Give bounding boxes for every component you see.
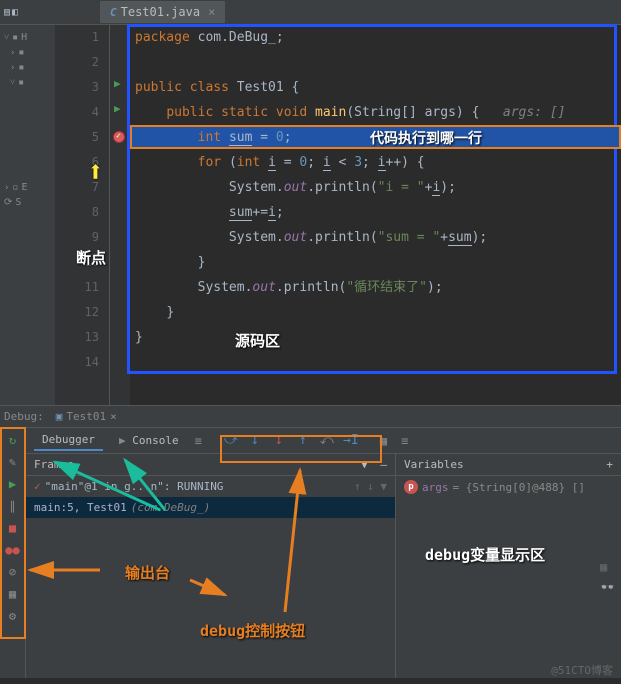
watermark: @51CTO博客 xyxy=(551,662,613,678)
debug-content: Debugger ▶ Console ≡ ⤻ ↓ ↓ ↑ ⤺ →I ▦ ≡ Fr… xyxy=(26,428,621,678)
mute-breakpoints-button[interactable]: ⊘ xyxy=(5,564,21,580)
evaluate-expression-icon[interactable]: ▦ xyxy=(380,434,387,448)
tab-console[interactable]: ▶ Console xyxy=(111,431,187,450)
threads-icon[interactable]: ≡ xyxy=(195,434,202,448)
rerun-button[interactable]: ↻ xyxy=(5,432,21,448)
modify-run-button[interactable]: ✎ xyxy=(5,454,21,470)
step-into-icon[interactable]: ↓ xyxy=(244,431,266,451)
param-badge-icon: p xyxy=(404,480,418,494)
file-tab-label: Test01.java xyxy=(121,5,200,19)
tab-debugger[interactable]: Debugger xyxy=(34,430,103,451)
step-over-icon[interactable]: ⤻ xyxy=(220,431,242,451)
step-out-icon[interactable]: ↑ xyxy=(292,431,314,451)
debug-main: ↻ ✎ ▶ ∥ ■ ●● ⊘ ▦ ⚙ Debugger ▶ Console ≡ … xyxy=(0,428,621,678)
thread-row[interactable]: ✓ "main"@1 in g...n": RUNNING ↑ ↓ ▼ xyxy=(26,476,395,497)
file-tab-test01[interactable]: C Test01.java × xyxy=(100,1,225,23)
pause-button[interactable]: ∥ xyxy=(5,498,21,514)
breakpoint-icon[interactable] xyxy=(113,131,125,143)
variable-row[interactable]: p args = {String[0]@488} [] xyxy=(396,476,621,498)
add-icon[interactable]: — xyxy=(380,458,387,471)
project-tree[interactable]: ˅▪ H ›▪ ›▪ ˅▪ ›▫ E ⟳ S xyxy=(0,25,55,405)
line-number-gutter: 1234567891011121314 xyxy=(55,25,110,405)
debug-header: Debug: ▣ Test01 × xyxy=(0,406,621,428)
gutter-icons: ▶ ▶ xyxy=(110,25,130,405)
debug-tabs: Debugger ▶ Console ≡ ⤻ ↓ ↓ ↑ ⤺ →I ▦ ≡ xyxy=(26,428,621,454)
project-tool-icon[interactable]: ▤ xyxy=(4,7,10,18)
collapse-icon[interactable]: ◧ xyxy=(12,7,18,18)
run-class-icon[interactable]: ▶ xyxy=(114,77,121,90)
view-breakpoints-button[interactable]: ●● xyxy=(5,542,21,558)
memory-icon[interactable]: ▦ xyxy=(600,560,615,574)
dump-button[interactable]: ▦ xyxy=(5,586,21,602)
debug-title: Debug: xyxy=(4,410,44,423)
filter-icon[interactable]: ▼ xyxy=(361,458,368,471)
close-tab-icon[interactable]: × xyxy=(208,5,215,19)
frames-header: Frames ▼ — xyxy=(26,454,395,476)
close-debug-tab-icon[interactable]: × xyxy=(110,410,117,423)
debug-config-name[interactable]: Test01 xyxy=(66,410,106,423)
step-buttons: ⤻ ↓ ↓ ↑ ⤺ →I xyxy=(220,431,362,451)
yellow-arrow-icon: ⬆ xyxy=(87,155,104,188)
debug-run-icon: ▣ xyxy=(56,410,63,423)
debug-body: Frames ▼ — ✓ "main"@1 in g...n": RUNNING… xyxy=(26,454,621,678)
stop-button[interactable]: ■ xyxy=(5,520,21,536)
variables-header: Variables + xyxy=(396,454,621,476)
variables-panel: Variables + p args = {String[0]@488} [] … xyxy=(396,454,621,678)
more-icon[interactable]: ≡ xyxy=(401,434,408,448)
main-area: ˅▪ H ›▪ ›▪ ˅▪ ›▫ E ⟳ S 12345678910111213… xyxy=(0,25,621,405)
watches-icon[interactable]: 👓 xyxy=(600,580,615,594)
add-watch-icon[interactable]: + xyxy=(606,458,613,471)
drop-frame-icon[interactable]: ⤺ xyxy=(316,431,338,451)
editor-tab-bar: ▤ ◧ C Test01.java × xyxy=(0,0,621,25)
force-step-into-icon[interactable]: ↓ xyxy=(268,431,290,451)
run-to-cursor-icon[interactable]: →I xyxy=(340,431,362,451)
run-method-icon[interactable]: ▶ xyxy=(114,102,121,115)
settings-button[interactable]: ⚙ xyxy=(5,608,21,624)
java-file-icon: C xyxy=(110,6,117,19)
debug-sidebar: ↻ ✎ ▶ ∥ ■ ●● ⊘ ▦ ⚙ xyxy=(0,428,26,678)
debug-panel: Debug: ▣ Test01 × ↻ ✎ ▶ ∥ ■ ●● ⊘ ▦ ⚙ Deb… xyxy=(0,405,621,678)
resume-button[interactable]: ▶ xyxy=(5,476,21,492)
code-editor[interactable]: package com.DeBug_; public class Test01 … xyxy=(130,25,621,405)
frames-panel: Frames ▼ — ✓ "main"@1 in g...n": RUNNING… xyxy=(26,454,396,678)
stack-frame-row[interactable]: main:5, Test01 (com.DeBug_) xyxy=(26,497,395,518)
